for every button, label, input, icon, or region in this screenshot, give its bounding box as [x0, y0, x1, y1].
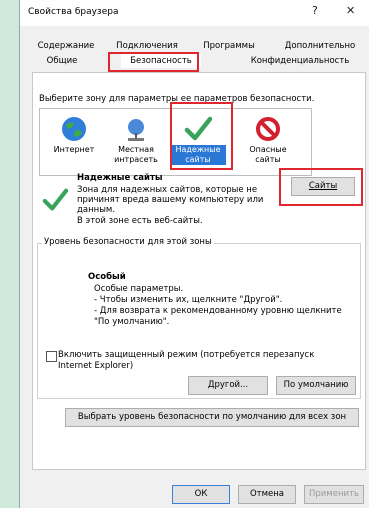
custom-level-button[interactable]: Другой...	[188, 376, 268, 395]
protected-mode-label-2: Internet Explorer)	[58, 361, 134, 371]
cancel-button[interactable]: Отмена	[238, 485, 296, 504]
security-level-name: Особый	[88, 272, 126, 282]
tab-content[interactable]: Содержание	[36, 39, 96, 53]
default-level-button[interactable]: По умолчанию	[276, 376, 356, 395]
reset-all-zones-button[interactable]: Выбрать уровень безопасности по умолчани…	[65, 408, 359, 427]
zone-label: Опасные сайты	[249, 145, 287, 164]
close-button[interactable]: ✕	[346, 4, 355, 17]
security-level-line-1: Особые параметры.	[94, 284, 184, 294]
security-level-line-4: "По умолчанию".	[94, 317, 170, 327]
security-panel: Выберите зону для параметры ее параметро…	[32, 72, 366, 470]
zone-internet[interactable]: Интернет	[46, 111, 102, 171]
browser-properties-dialog: Свойства браузера ? ✕ Содержание Подключ…	[19, 0, 369, 508]
forbidden-icon	[256, 117, 280, 141]
zone-label: Интернет	[53, 145, 95, 154]
zone-title: Надежные сайты	[77, 173, 163, 183]
security-tab-highlight	[108, 52, 199, 72]
ok-button[interactable]: ОК	[172, 485, 230, 504]
checkmark-icon	[42, 188, 68, 211]
protected-mode-label-1: Включить защищенный режим (потребуется п…	[58, 350, 315, 360]
intranet-icon	[128, 119, 144, 141]
security-level-title: Уровень безопасности для этой зоны	[42, 237, 214, 247]
security-level-group: Уровень безопасности для этой зоны Особы…	[37, 237, 361, 399]
zone-label: Местная интрасеть	[114, 145, 158, 164]
window-title: Свойства браузера	[28, 7, 119, 17]
trusted-zone-highlight	[170, 102, 233, 170]
security-level-line-3: - Для возврата к рекомендованному уровню…	[94, 306, 342, 316]
protected-mode-checkbox[interactable]	[46, 351, 57, 362]
zone-restricted-sites[interactable]: Опасные сайты	[240, 111, 296, 171]
tab-programs[interactable]: Программы	[201, 39, 257, 53]
zone-description-line-4: В этой зоне есть веб-сайты.	[77, 216, 203, 226]
tab-privacy[interactable]: Конфиденциальность	[246, 54, 354, 68]
zone-local-intranet[interactable]: Местная интрасеть	[108, 111, 164, 171]
security-level-line-2: - Чтобы изменить их, щелкните "Другой".	[94, 295, 283, 305]
tab-advanced[interactable]: Дополнительно	[282, 39, 358, 53]
tab-general[interactable]: Общие	[42, 54, 82, 68]
apply-button[interactable]: Применить	[304, 485, 364, 504]
title-bar: Свойства браузера ? ✕	[20, 0, 369, 26]
globe-icon	[62, 117, 86, 141]
zone-description-line-3: данным.	[77, 205, 116, 215]
tab-connections[interactable]: Подключения	[114, 39, 180, 53]
help-button[interactable]: ?	[312, 4, 318, 17]
sites-button-highlight	[279, 168, 363, 206]
